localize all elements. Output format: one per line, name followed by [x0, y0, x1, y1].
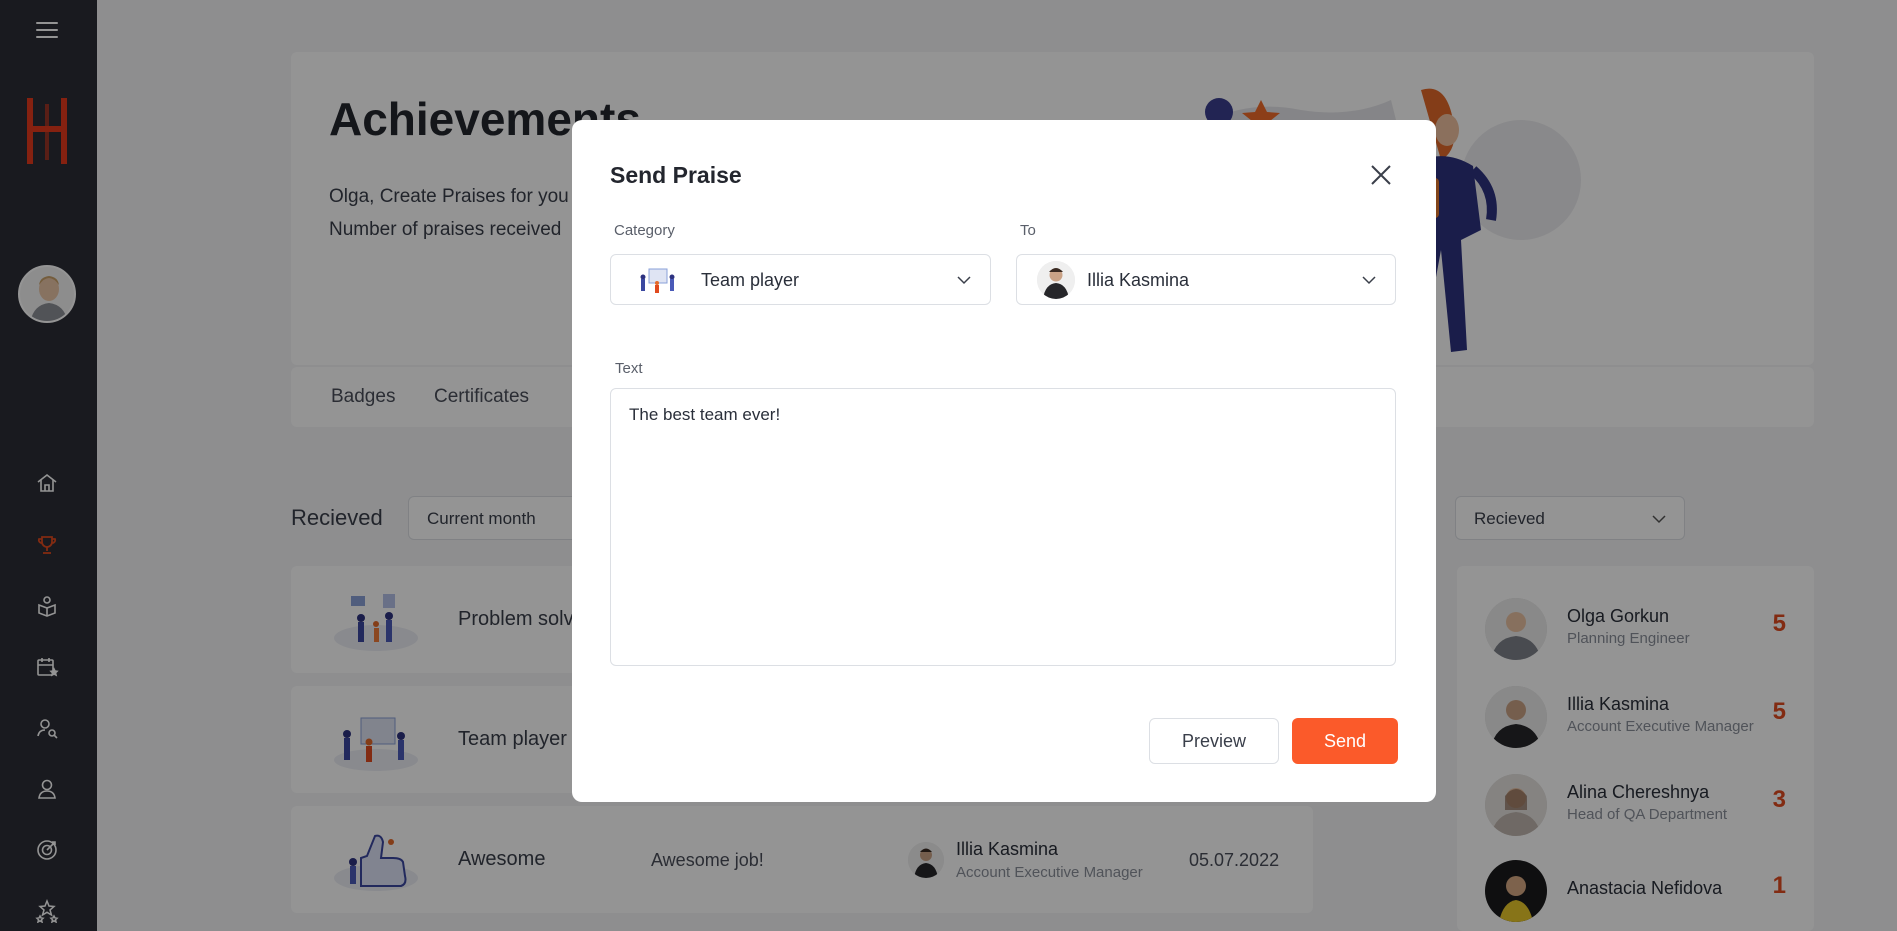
send-button[interactable]: Send	[1292, 718, 1398, 764]
preview-button[interactable]: Preview	[1149, 718, 1279, 764]
send-praise-dialog: Send Praise Category Team player To Illi…	[572, 120, 1436, 802]
dialog-title: Send Praise	[610, 162, 742, 188]
praise-text-input[interactable]: The best team ever!	[610, 388, 1396, 666]
recipient-value: Illia Kasmina	[1087, 270, 1190, 290]
team-player-thumb-icon	[640, 268, 675, 293]
text-label: Text	[615, 360, 643, 377]
recipient-label: To	[1020, 222, 1036, 239]
chevron-down-icon	[957, 276, 971, 285]
chevron-down-icon	[1362, 276, 1376, 285]
category-label: Category	[614, 222, 675, 239]
close-icon[interactable]	[1368, 162, 1394, 188]
avatar	[1037, 261, 1075, 299]
recipient-select[interactable]: Illia Kasmina	[1016, 254, 1396, 305]
category-value: Team player	[701, 270, 800, 290]
category-select[interactable]: Team player	[610, 254, 991, 305]
